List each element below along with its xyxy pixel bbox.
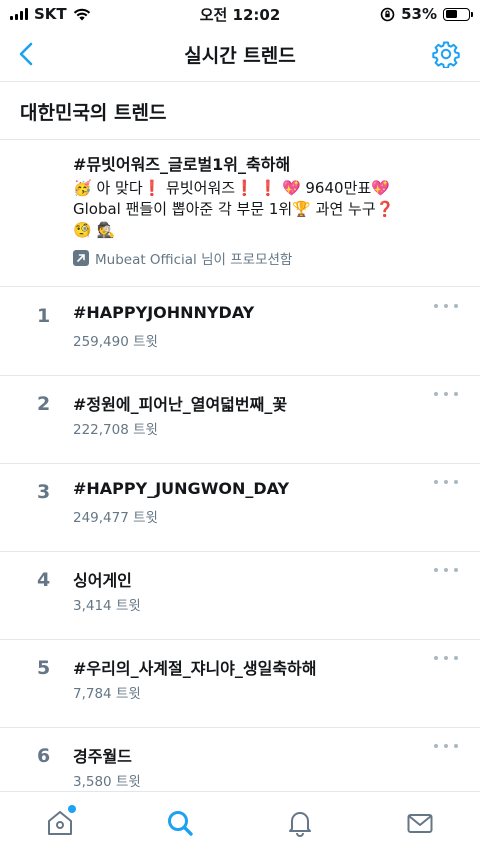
trend-name: #HAPPY_JUNGWON_DAY — [73, 479, 290, 498]
search-icon — [168, 811, 193, 836]
envelope-icon — [407, 814, 433, 833]
trend-row[interactable]: 4 싱어게인 3,414 트윗 — [0, 552, 480, 640]
battery-percent: 53% — [401, 5, 437, 23]
trend-name: #정원에_피어난_열여덟번째_꽃 — [73, 395, 288, 414]
trend-row[interactable]: 3 #HAPPY_JUNGWON_DAY 249,477 트윗 — [0, 464, 480, 552]
trend-tweet-count: 7,784 트윗 — [73, 686, 141, 702]
promoted-trend-title: #뮤빗어워즈_글로벌1위_축하해 — [73, 155, 291, 174]
section-header: 대한민국의 트렌드 — [0, 83, 480, 140]
promoted-trend-description: 🥳 아 맞다❗ 뮤빗어워즈❗ ❗ 💖 9640만표💖 Global 팬들이 뽑아… — [73, 178, 440, 241]
trend-name: #우리의_사계절_쟈니야_생일축하해 — [73, 659, 317, 678]
trend-tweet-count: 249,477 트윗 — [73, 510, 158, 526]
gear-icon — [432, 41, 460, 68]
trend-tweet-count: 259,490 트윗 — [73, 334, 158, 350]
more-options-icon[interactable] — [434, 650, 458, 666]
tab-search[interactable] — [156, 807, 204, 839]
settings-button[interactable] — [430, 38, 462, 70]
carrier-label: SKT — [34, 5, 67, 23]
more-options-icon[interactable] — [434, 298, 458, 314]
trend-rank: 6 — [37, 745, 51, 767]
page-title: 실시간 트렌드 — [184, 45, 296, 67]
more-options-icon[interactable] — [434, 474, 458, 490]
tab-bar — [0, 791, 480, 854]
trend-rank: 3 — [37, 481, 51, 503]
trend-rank: 5 — [37, 657, 51, 679]
tab-messages[interactable] — [396, 807, 444, 839]
clock: 오전 12:02 — [199, 5, 281, 24]
trend-row[interactable]: 1 #HAPPYJOHNNYDAY 259,490 트윗 — [0, 288, 480, 376]
trend-name: 싱어게인 — [73, 571, 132, 590]
tab-notifications[interactable] — [276, 807, 324, 839]
trend-name: 경주월드 — [73, 747, 132, 766]
nav-bar: 실시간 트렌드 — [0, 28, 480, 82]
battery-icon — [443, 7, 473, 21]
promoted-trend[interactable]: #뮤빗어워즈_글로벌1위_축하해 🥳 아 맞다❗ 뮤빗어워즈❗ ❗ 💖 9640… — [0, 141, 480, 287]
status-left: SKT — [10, 5, 91, 23]
notification-dot — [68, 805, 76, 813]
more-options-icon[interactable] — [434, 562, 458, 578]
status-bar: SKT 오전 12:02 53% — [0, 0, 480, 28]
trend-tweet-count: 3,580 트윗 — [73, 774, 141, 790]
trend-name: #HAPPYJOHNNYDAY — [73, 303, 255, 322]
trend-rank: 1 — [37, 305, 51, 327]
back-button[interactable] — [10, 38, 42, 70]
cellular-signal-icon — [10, 8, 28, 20]
bell-icon — [289, 812, 311, 837]
promoted-desc-line: Global 팬들이 뽑아준 각 부문 1위🏆 과연 누구❓ — [73, 200, 395, 218]
more-options-icon[interactable] — [434, 738, 458, 754]
trend-rank: 2 — [37, 393, 51, 415]
orientation-lock-icon — [380, 7, 395, 21]
promoted-desc-line: 🥳 아 맞다❗ 뮤빗어워즈❗ ❗ 💖 9640만표💖 — [73, 179, 390, 197]
promoted-by-label: Mubeat Official 님이 프로모션함 — [95, 252, 293, 268]
promoted-desc-line: 🧐 🕵 — [73, 221, 116, 239]
chevron-left-icon — [19, 42, 33, 66]
status-right: 53% — [380, 5, 473, 23]
trend-rank: 4 — [37, 569, 51, 591]
more-options-icon[interactable] — [434, 386, 458, 402]
trend-row[interactable]: 5 #우리의_사계절_쟈니야_생일축하해 7,784 트윗 — [0, 640, 480, 728]
trend-tweet-count: 3,414 트윗 — [73, 598, 141, 614]
tab-home[interactable] — [36, 805, 84, 839]
section-title: 대한민국의 트렌드 — [20, 101, 167, 124]
trend-tweet-count: 222,708 트윗 — [73, 422, 158, 438]
promoted-arrow-icon — [73, 250, 89, 266]
wifi-icon — [73, 8, 90, 20]
promoted-by: Mubeat Official 님이 프로모션함 — [73, 248, 440, 268]
trend-row[interactable]: 2 #정원에_피어난_열여덟번째_꽃 222,708 트윗 — [0, 376, 480, 464]
